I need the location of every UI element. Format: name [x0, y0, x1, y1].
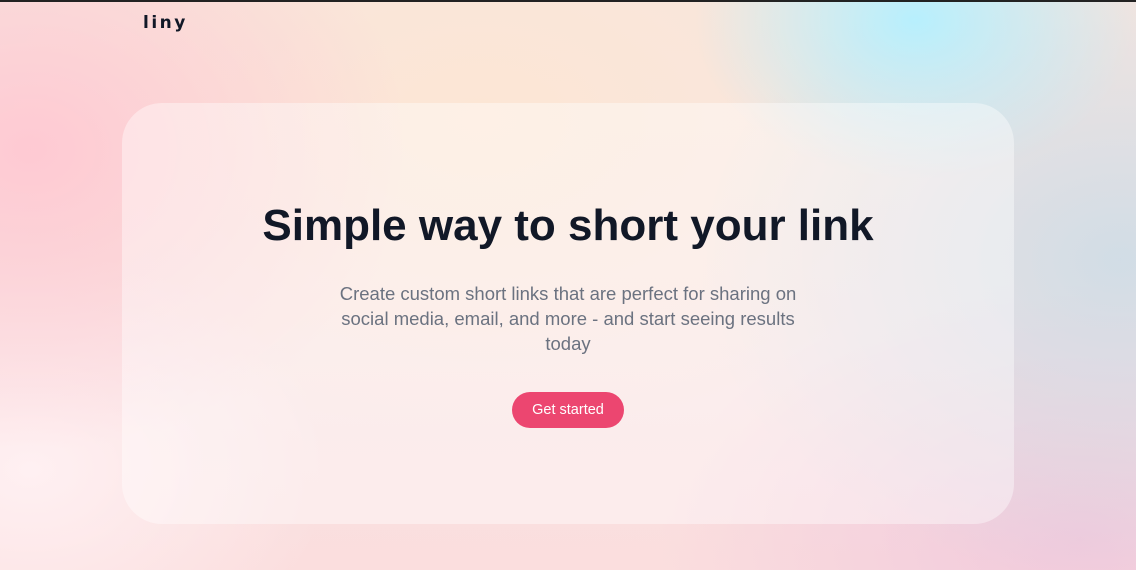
hero-card: Simple way to short your link Create cus… — [122, 103, 1014, 524]
hero-title: Simple way to short your link — [262, 201, 874, 250]
logo[interactable]: liny — [143, 13, 188, 33]
hero-subtitle: Create custom short links that are perfe… — [339, 283, 797, 354]
get-started-button[interactable]: Get started — [512, 392, 624, 428]
